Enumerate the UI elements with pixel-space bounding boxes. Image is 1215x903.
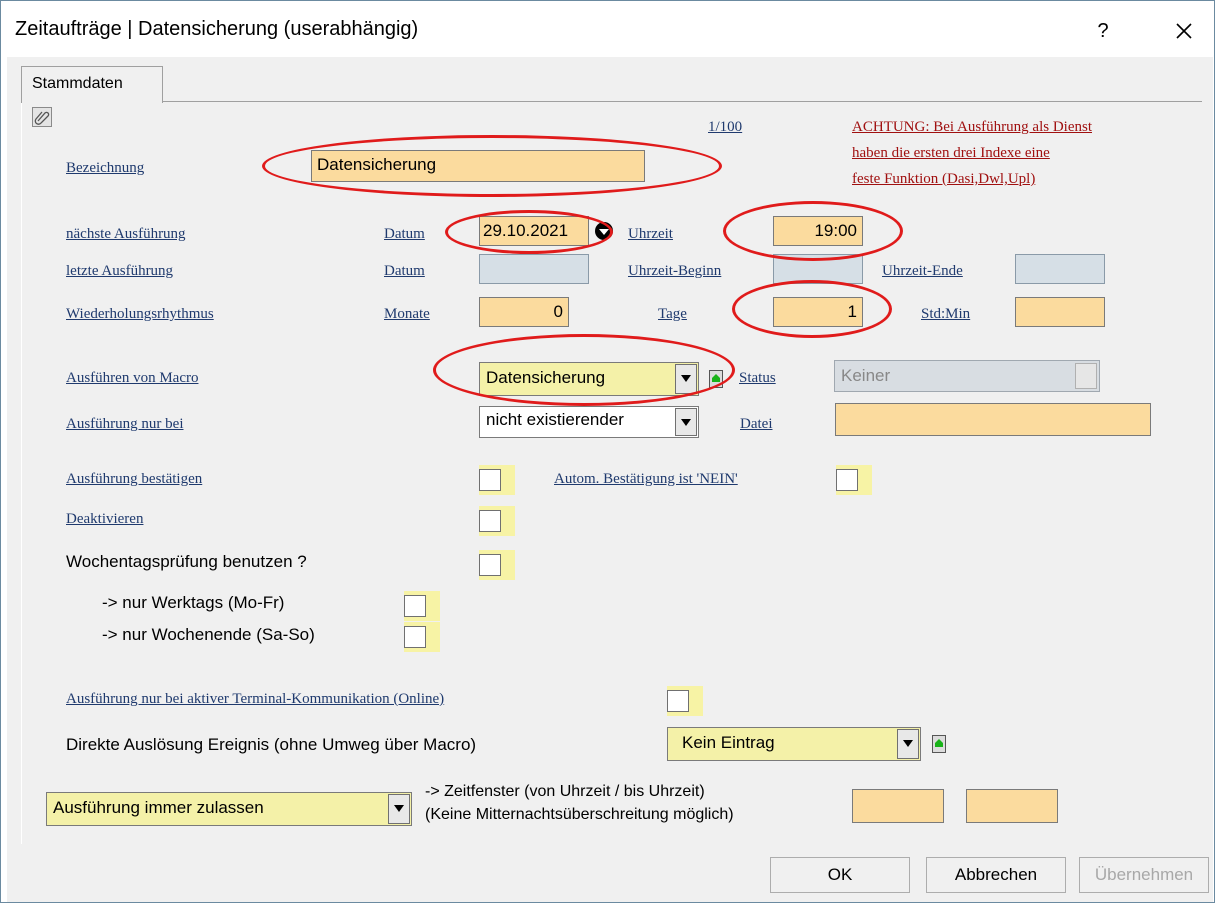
direkt-select-value: Kein Eintrag — [682, 733, 775, 752]
macro-select-value: Datensicherung — [486, 368, 606, 387]
label-wiederholungsrhythmus[interactable]: Wiederholungsrhythmus — [66, 306, 214, 323]
chevron-down-icon[interactable] — [388, 794, 410, 824]
uhrzeit-ende-field — [1015, 254, 1105, 284]
label-nur-wochenende: -> nur Wochenende (Sa-So) — [102, 625, 315, 644]
chevron-down-icon[interactable] — [897, 729, 919, 759]
datei-input[interactable] — [835, 403, 1151, 436]
chevron-down-icon — [1075, 363, 1097, 389]
warning-line-3: feste Funktion (Dasi,Dwl,Upl) — [852, 171, 1036, 187]
bezeichnung-input[interactable]: Datensicherung — [311, 150, 645, 182]
autom-bestaetigung-checkbox[interactable] — [836, 469, 858, 491]
paperclip-icon — [34, 111, 50, 125]
close-button[interactable] — [1164, 11, 1204, 51]
terminal-checkbox[interactable] — [667, 690, 689, 712]
status-select: Keiner — [834, 360, 1100, 392]
monate-input[interactable]: 0 — [479, 297, 569, 327]
label-deaktivieren[interactable]: Deaktivieren — [66, 511, 143, 528]
label-zeitfenster: -> Zeitfenster (von Uhrzeit / bis Uhrzei… — [425, 783, 705, 800]
nur-bei-select-value: nicht existierender — [486, 410, 624, 429]
label-mitternacht: (Keine Mitternachtsüberschreitung möglic… — [425, 806, 734, 823]
help-button[interactable]: ? — [1083, 11, 1123, 51]
cancel-button[interactable]: Abbrechen — [926, 857, 1066, 893]
label-wochentagspruefung: Wochentagsprüfung benutzen ? — [66, 552, 307, 571]
title-bar: Zeitaufträge | Datensicherung (userabhän… — [1, 1, 1214, 57]
tab-stammdaten[interactable]: Stammdaten — [21, 66, 163, 103]
tab-label: Stammdaten — [32, 75, 123, 92]
label-nur-werktags: -> nur Werktags (Mo-Fr) — [102, 593, 285, 612]
datum-dropdown-button[interactable] — [592, 216, 616, 246]
chevron-down-icon[interactable] — [675, 364, 697, 394]
bestaetigen-checkbox[interactable] — [479, 469, 501, 491]
warning-line-1: ACHTUNG: Bei Ausführung als Dienst — [852, 119, 1092, 135]
label-ausfuehrung-nur-bei[interactable]: Ausführung nur bei — [66, 416, 183, 433]
label-uhrzeit-beginn[interactable]: Uhrzeit-Beginn — [628, 263, 721, 280]
letzte-datum-field — [479, 254, 589, 284]
werktags-checkbox[interactable] — [404, 595, 426, 617]
label-terminal-kommunikation[interactable]: Ausführung nur bei aktiver Terminal-Komm… — [66, 691, 444, 708]
attachment-button[interactable] — [32, 107, 52, 127]
deaktivieren-checkbox[interactable] — [479, 510, 501, 532]
ok-button[interactable]: OK — [770, 857, 910, 893]
label-direkte-ausloesung: Direkte Auslösung Ereignis (ohne Umweg ü… — [66, 735, 477, 754]
chevron-down-icon[interactable] — [675, 408, 697, 436]
wochentag-checkbox[interactable] — [479, 554, 501, 576]
std-min-input[interactable] — [1015, 297, 1105, 327]
label-tage[interactable]: Tage — [658, 306, 687, 323]
datum-input[interactable]: 29.10.2021 — [479, 216, 589, 246]
label-datum-naechste[interactable]: Datum — [384, 226, 425, 243]
label-datei[interactable]: Datei — [740, 416, 772, 433]
zulassen-select-value: Ausführung immer zulassen — [53, 798, 264, 817]
window-title: Zeitaufträge | Datensicherung (userabhän… — [15, 18, 419, 40]
direkt-select[interactable]: Kein Eintrag — [667, 727, 921, 761]
direkt-edit-icon[interactable] — [932, 735, 946, 753]
warning-line-2: haben die ersten drei Indexe eine — [852, 145, 1050, 161]
zulassen-select[interactable]: Ausführung immer zulassen — [46, 792, 412, 826]
zeitfenster-von-input[interactable] — [852, 789, 944, 823]
macro-select[interactable]: Datensicherung — [479, 362, 699, 396]
label-ausfuehren-von-macro[interactable]: Ausführen von Macro — [66, 370, 198, 387]
label-uhrzeit[interactable]: Uhrzeit — [628, 226, 673, 243]
label-ausfuehrung-bestaetigen[interactable]: Ausführung bestätigen — [66, 471, 202, 488]
record-counter[interactable]: 1/100 — [708, 119, 742, 136]
label-letzte-ausfuehrung[interactable]: letzte Ausführung — [66, 263, 173, 280]
tage-input[interactable]: 1 — [773, 297, 863, 327]
uhrzeit-input[interactable]: 19:00 — [773, 216, 863, 246]
label-std-min[interactable]: Std:Min — [921, 306, 970, 323]
macro-edit-icon[interactable] — [709, 370, 723, 388]
label-bezeichnung[interactable]: Bezeichnung — [66, 160, 144, 177]
uhrzeit-beginn-field — [773, 254, 863, 284]
label-datum-letzte[interactable]: Datum — [384, 263, 425, 280]
status-select-value: Keiner — [841, 366, 891, 385]
label-status[interactable]: Status — [739, 370, 776, 387]
zeitfenster-bis-input[interactable] — [966, 789, 1058, 823]
close-icon — [1176, 23, 1192, 39]
nur-bei-select[interactable]: nicht existierender — [479, 406, 699, 438]
apply-button[interactable]: Übernehmen — [1079, 857, 1209, 893]
calendar-dropdown-icon — [595, 222, 613, 240]
wochenende-checkbox[interactable] — [404, 626, 426, 648]
label-autom-bestaetigung[interactable]: Autom. Bestätigung ist 'NEIN' — [554, 471, 738, 488]
label-naechste-ausfuehrung[interactable]: nächste Ausführung — [66, 226, 186, 243]
label-monate[interactable]: Monate — [384, 306, 430, 323]
label-uhrzeit-ende[interactable]: Uhrzeit-Ende — [882, 263, 963, 280]
